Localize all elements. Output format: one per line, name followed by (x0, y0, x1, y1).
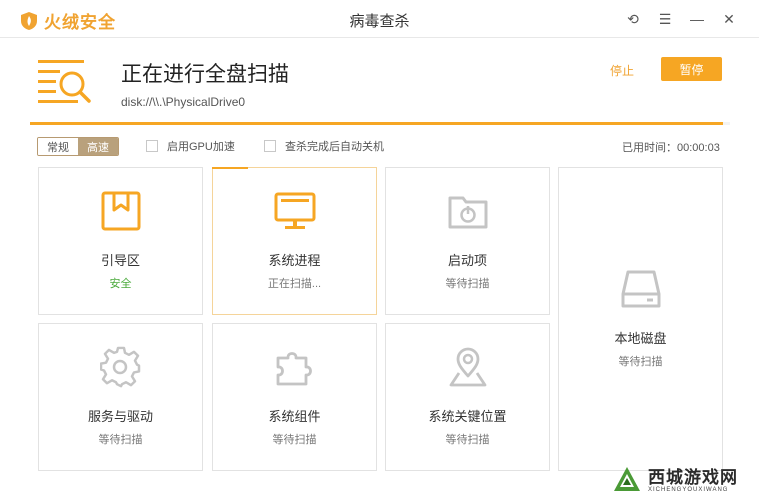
card-status: 安全 (109, 278, 132, 290)
gear-icon (99, 346, 140, 388)
auto-shutdown-checkbox[interactable] (264, 140, 276, 152)
watermark-logo-icon (614, 467, 640, 491)
scan-progress-fill (30, 122, 723, 125)
location-pin-icon (449, 347, 486, 387)
scan-magnifier-icon (38, 60, 91, 103)
watermark-main: 西城游戏网 (648, 467, 738, 487)
card-status: 等待扫描 (445, 434, 490, 446)
gpu-accel-checkbox[interactable] (146, 140, 158, 152)
mode-normal[interactable]: 常规 (38, 138, 78, 155)
scan-progress-bar (30, 122, 730, 125)
card-system-process[interactable]: 系统进程 正在扫描... (212, 167, 377, 315)
card-boot-sector[interactable]: 引导区 安全 (38, 167, 203, 315)
card-name: 本地磁盘 (614, 331, 667, 346)
window-controls: ⟲ ☰ — ✕ (617, 8, 745, 30)
auto-shutdown-option[interactable]: 查杀完成后自动关机 (264, 138, 384, 154)
puzzle-icon (276, 352, 312, 386)
card-status: 等待扫描 (618, 356, 663, 368)
hard-disk-icon (621, 270, 660, 308)
card-status: 等待扫描 (98, 434, 143, 446)
scan-path: disk://\\.\PhysicalDrive0 (121, 95, 246, 109)
card-name: 启动项 (447, 253, 487, 268)
back-icon[interactable]: ⟲ (617, 8, 649, 30)
card-local-disk[interactable]: 本地磁盘 等待扫描 (558, 167, 723, 471)
mode-fast[interactable]: 高速 (78, 138, 118, 155)
pause-button[interactable]: 暂停 (661, 57, 722, 81)
card-name: 引导区 (100, 253, 140, 268)
scan-mode-toggle: 常规 高速 (37, 137, 119, 156)
gpu-accel-label: 启用GPU加速 (167, 141, 235, 153)
minimize-button[interactable]: — (681, 8, 713, 30)
card-startup[interactable]: 启动项 等待扫描 (385, 167, 550, 315)
card-key-locations[interactable]: 系统关键位置 等待扫描 (385, 323, 550, 471)
folder-power-icon (448, 196, 487, 229)
scan-title: 正在进行全盘扫描 (121, 63, 289, 86)
elapsed-label: 已用时间： (622, 142, 677, 154)
card-name: 系统进程 (268, 253, 321, 268)
close-button[interactable]: ✕ (713, 8, 745, 30)
elapsed-value: 00:00:03 (677, 142, 720, 154)
card-status: 正在扫描... (267, 278, 322, 290)
card-status: 等待扫描 (272, 434, 317, 446)
card-services-drivers[interactable]: 服务与驱动 等待扫描 (38, 323, 203, 471)
stop-button[interactable]: 停止 (610, 62, 634, 79)
site-watermark: 西城游戏网 XICHENGYOUXIWANG (612, 462, 757, 498)
card-system-components[interactable]: 系统组件 等待扫描 (212, 323, 377, 471)
elapsed-time: 已用时间：00:00:03 (622, 139, 720, 155)
card-name: 服务与驱动 (87, 409, 153, 424)
monitor-icon (274, 192, 315, 229)
card-status: 等待扫描 (445, 278, 490, 290)
bookmark-box-icon (101, 191, 140, 231)
card-name: 系统关键位置 (428, 409, 507, 424)
auto-shutdown-label: 查杀完成后自动关机 (285, 141, 384, 153)
card-name: 系统组件 (268, 409, 321, 424)
watermark-sub: XICHENGYOUXIWANG (648, 486, 729, 493)
menu-icon[interactable]: ☰ (649, 8, 681, 30)
title-bar: 火绒安全 病毒查杀 ⟲ ☰ — ✕ (0, 0, 759, 38)
gpu-accel-option[interactable]: 启用GPU加速 (146, 138, 235, 154)
